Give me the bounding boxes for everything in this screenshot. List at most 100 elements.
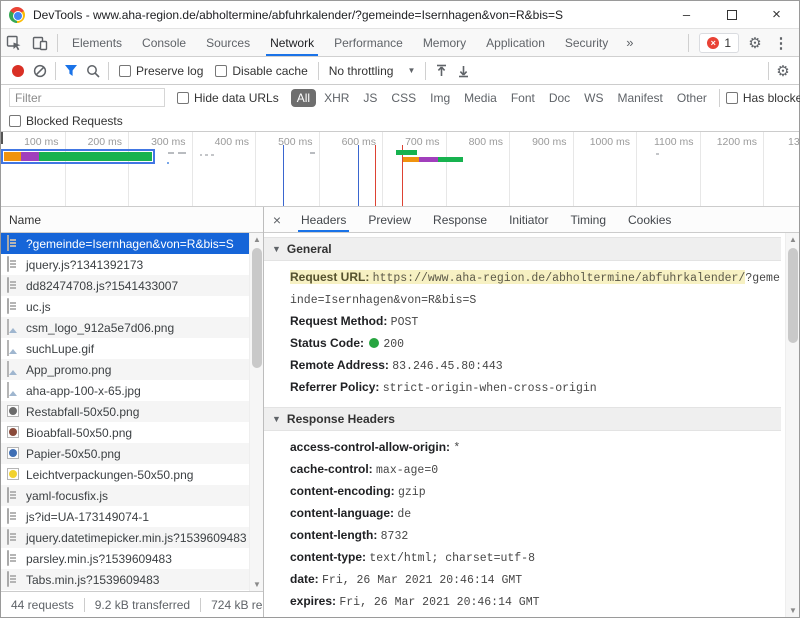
request-name: jquery.js?1341392173 (26, 258, 143, 272)
header-entry: Request Method: POST (290, 311, 781, 333)
request-row[interactable]: ?gemeinde=Isernhagen&von=R&bis=S (1, 233, 263, 254)
preserve-log-checkbox[interactable] (119, 65, 131, 77)
request-row[interactable]: csm_logo_912a5e7d06.png (1, 317, 263, 338)
scroll-up-arrow[interactable]: ▲ (786, 233, 799, 246)
scrollbar-thumb[interactable] (788, 248, 798, 343)
tab-memory[interactable]: Memory (413, 29, 476, 56)
maximize-button[interactable] (709, 1, 754, 28)
request-row[interactable]: Bioabfall-50x50.png (1, 422, 263, 443)
request-row[interactable]: uc.js (1, 296, 263, 317)
record-button[interactable] (7, 60, 29, 82)
tab-performance[interactable]: Performance (324, 29, 413, 56)
request-row[interactable]: App_promo.png (1, 359, 263, 380)
timeline-gridline (255, 132, 256, 206)
filter-pill-ws[interactable]: WS (578, 89, 609, 107)
section-header-general[interactable]: ▼General (264, 237, 781, 261)
name-column-header[interactable]: Name (1, 207, 263, 233)
header-entry: Status Code: 200 (290, 333, 781, 355)
tab-application[interactable]: Application (476, 29, 555, 56)
has-blocked-cookies-label: Has blocked cookies (743, 91, 800, 105)
waterfall-mark (310, 152, 315, 154)
detail-tab-initiator[interactable]: Initiator (498, 207, 559, 232)
inspect-element-icon[interactable] (1, 30, 27, 56)
request-row[interactable]: dd82474708.js?1541433007 (1, 275, 263, 296)
scroll-up-arrow[interactable]: ▲ (250, 233, 263, 246)
resources-size: 724 kB resou (201, 598, 263, 612)
script-file-icon (7, 298, 9, 314)
detail-tab-preview[interactable]: Preview (357, 207, 422, 232)
filter-row: Hide data URLs AllXHRJSCSSImgMediaFontDo… (1, 85, 799, 110)
request-list-panel: Name ?gemeinde=Isernhagen&von=R&bis=S jqu… (1, 207, 264, 617)
tab-security[interactable]: Security (555, 29, 618, 56)
request-list-scrollbar[interactable]: ▲ ▼ (249, 233, 263, 591)
request-row[interactable]: Formular.min.js?1539609483 (1, 590, 263, 591)
close-details-icon[interactable]: × (264, 212, 290, 228)
header-value: de (397, 508, 411, 521)
divider (425, 62, 426, 80)
device-toolbar-icon[interactable] (27, 30, 53, 56)
filter-pill-doc[interactable]: Doc (543, 89, 576, 107)
clear-button[interactable] (29, 60, 51, 82)
export-har-icon[interactable] (452, 60, 474, 82)
network-overview-timeline[interactable]: 100 ms200 ms300 ms400 ms500 ms600 ms700 … (1, 132, 799, 207)
menu-dots-icon[interactable]: ⋮ (771, 34, 791, 52)
detail-tab-headers[interactable]: Headers (290, 207, 357, 232)
filter-pill-other[interactable]: Other (671, 89, 713, 107)
more-tabs-button[interactable]: » (618, 35, 641, 50)
filter-pill-css[interactable]: CSS (385, 89, 422, 107)
waterfall-segment (403, 157, 419, 162)
filter-pill-font[interactable]: Font (505, 89, 541, 107)
error-count-badge[interactable]: × 1 (699, 33, 739, 53)
filter-pill-manifest[interactable]: Manifest (612, 89, 669, 107)
request-row[interactable]: jquery.datetimepicker.min.js?1539609483 (1, 527, 263, 548)
blocked-requests-row: Blocked Requests (1, 110, 799, 132)
has-blocked-cookies-checkbox[interactable] (726, 92, 738, 104)
request-row[interactable]: Tabs.min.js?1539609483 (1, 569, 263, 590)
network-settings-gear-icon[interactable]: ⚙ (773, 62, 793, 80)
detail-tab-response[interactable]: Response (422, 207, 498, 232)
timeline-tick-label: 700 ms (386, 136, 440, 148)
filter-input[interactable] (9, 88, 165, 107)
filter-funnel-icon[interactable] (60, 60, 82, 82)
request-row[interactable]: suchLupe.gif (1, 338, 263, 359)
request-name: yaml-focusfix.js (26, 489, 108, 503)
request-row[interactable]: Restabfall-50x50.png (1, 401, 263, 422)
header-entry: date: Fri, 26 Mar 2021 20:46:14 GMT (290, 569, 781, 591)
section-header-response-headers[interactable]: ▼Response Headers (264, 407, 781, 431)
filter-pill-all[interactable]: All (291, 89, 316, 107)
tab-network[interactable]: Network (260, 29, 324, 56)
filter-pill-xhr[interactable]: XHR (318, 89, 355, 107)
detail-tab-cookies[interactable]: Cookies (617, 207, 682, 232)
throttling-dropdown[interactable]: No throttling ▼ (323, 64, 422, 78)
blocked-requests-checkbox[interactable] (9, 115, 21, 127)
request-row[interactable]: js?id=UA-173149074-1 (1, 506, 263, 527)
scroll-down-arrow[interactable]: ▼ (786, 604, 799, 617)
filter-pill-media[interactable]: Media (458, 89, 503, 107)
hide-data-urls-checkbox[interactable] (177, 92, 189, 104)
scrollbar-thumb[interactable] (252, 248, 262, 368)
import-har-icon[interactable] (430, 60, 452, 82)
tab-console[interactable]: Console (132, 29, 196, 56)
header-entry: cache-control: max-age=0 (290, 459, 781, 481)
tab-elements[interactable]: Elements (62, 29, 132, 56)
search-icon[interactable] (82, 60, 104, 82)
close-button[interactable]: × (754, 1, 799, 28)
filter-pill-js[interactable]: JS (357, 89, 383, 107)
request-row[interactable]: Leichtverpackungen-50x50.png (1, 464, 263, 485)
divider (768, 62, 769, 80)
settings-gear-icon[interactable]: ⚙ (745, 34, 765, 52)
disable-cache-checkbox[interactable] (215, 65, 227, 77)
request-row[interactable]: yaml-focusfix.js (1, 485, 263, 506)
minimize-button[interactable]: – (664, 1, 709, 28)
detail-tab-bar: × HeadersPreviewResponseInitiatorTimingC… (264, 207, 799, 233)
detail-tab-timing[interactable]: Timing (559, 207, 617, 232)
filter-pill-img[interactable]: Img (424, 89, 456, 107)
request-row[interactable]: Papier-50x50.png (1, 443, 263, 464)
request-row[interactable]: jquery.js?1341392173 (1, 254, 263, 275)
tab-sources[interactable]: Sources (196, 29, 260, 56)
request-row[interactable]: parsley.min.js?1539609483 (1, 548, 263, 569)
request-row[interactable]: aha-app-100-x-65.jpg (1, 380, 263, 401)
scroll-down-arrow[interactable]: ▼ (250, 578, 263, 591)
details-scrollbar[interactable]: ▲ ▼ (785, 233, 799, 617)
timeline-tick-label: 600 ms (322, 136, 376, 148)
